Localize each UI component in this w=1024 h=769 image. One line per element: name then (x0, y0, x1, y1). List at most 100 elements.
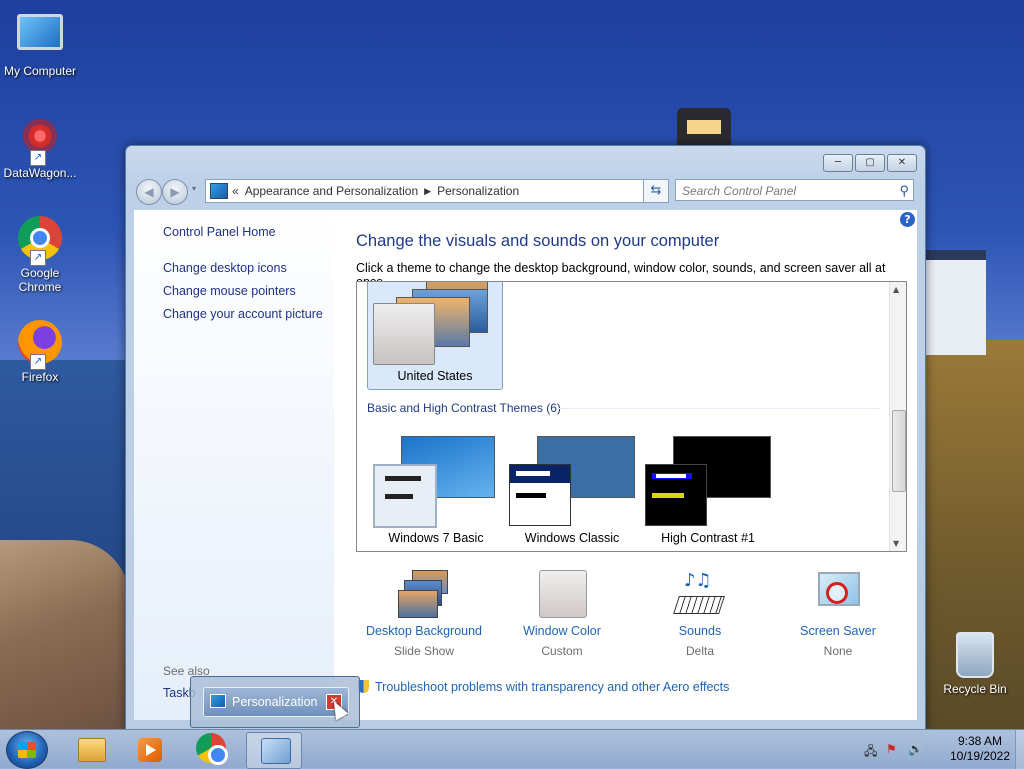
minimize-button[interactable]: ─ (823, 154, 853, 172)
breadcrumb-arrow-icon[interactable]: ▶ (424, 186, 431, 197)
desktop-icon-label-line2: Chrome (18, 280, 62, 294)
address-bar[interactable]: « Appearance and Personalization ▶ Perso… (205, 179, 669, 203)
link-change-desktop-icons[interactable]: Change desktop icons (163, 261, 287, 275)
screen-saver-setting[interactable]: Screen Saver None (768, 570, 908, 658)
system-tray: 🖧 ⚑ 🔊 9:38 AM 10/19/2022 (854, 730, 1024, 769)
scrollbar-thumb[interactable] (892, 410, 906, 492)
search-icon[interactable]: ⚲ (899, 180, 909, 202)
close-button[interactable]: ✕ (887, 154, 917, 172)
setting-label[interactable]: Screen Saver (768, 624, 908, 638)
breadcrumb-appearance[interactable]: Appearance and Personalization (245, 184, 418, 198)
clock[interactable]: 9:38 AM 10/19/2022 (944, 734, 1016, 764)
sounds-setting[interactable]: ♪♫ Sounds Delta (630, 570, 770, 658)
theme-color-swatch (509, 464, 571, 526)
taskbar-explorer[interactable] (62, 732, 116, 767)
setting-label[interactable]: Desktop Background (354, 624, 494, 638)
shortcut-arrow-icon: ↗ (30, 354, 46, 370)
link-control-panel-home[interactable]: Control Panel Home (163, 225, 276, 239)
window-controls: ─ ▢ ✕ (823, 154, 917, 172)
back-arrow-icon: ◀ (144, 185, 154, 199)
chrome-icon: ↗ (16, 216, 64, 266)
preview-item[interactable]: Personalization ✕ (203, 687, 349, 717)
navigation-bar: ◀ ▶ ▾ « Appearance and Personalization ▶… (134, 178, 917, 205)
desktop-icon-recycle-bin[interactable]: Recycle Bin (935, 630, 1015, 696)
network-icon[interactable]: 🖧 (864, 742, 878, 758)
breadcrumb-personalization[interactable]: Personalization (437, 184, 519, 198)
desktop-icon-label-line1: Google (20, 266, 60, 280)
link-change-account-picture[interactable]: Change your account picture (163, 307, 323, 321)
screen-saver-icon (812, 570, 864, 618)
shortcut-arrow-icon: ↗ (30, 250, 46, 266)
shortcut-arrow-icon: ↗ (30, 150, 46, 166)
desktop-background-setting[interactable]: Desktop Background Slide Show (354, 570, 494, 658)
desktop-icon-label: DataWagon... (3, 166, 77, 180)
desktop-background-icon (398, 570, 450, 618)
search-placeholder: Search Control Panel (682, 184, 797, 198)
window-color-setting[interactable]: Window Color Custom (492, 570, 632, 658)
setting-label[interactable]: Window Color (492, 624, 632, 638)
control-panel-icon (261, 738, 291, 764)
setting-value: None (823, 644, 853, 658)
taskbar-chrome[interactable] (184, 732, 238, 767)
sounds-icon: ♪♫ (673, 570, 726, 618)
group-divider (559, 408, 879, 409)
media-player-icon (138, 738, 162, 762)
taskbar-control-panel[interactable] (246, 732, 302, 769)
theme-label: Windows 7 Basic (388, 531, 484, 545)
setting-value: Slide Show (393, 644, 455, 658)
desktop-icon-google-chrome[interactable]: ↗ Google Chrome (0, 214, 80, 294)
refresh-button[interactable]: ⇆ (643, 179, 669, 203)
show-desktop-button[interactable] (1015, 730, 1024, 769)
preview-title: Personalization (232, 695, 318, 709)
desktop-icon-firefox[interactable]: ↗ Firefox (0, 318, 80, 384)
control-panel-icon (210, 694, 226, 708)
theme-settings: Desktop Background Slide Show Window Col… (356, 570, 916, 660)
action-center-flag-icon[interactable]: ⚑ (886, 742, 900, 756)
theme-list-scrollbar[interactable]: ▲ ▼ (889, 282, 906, 551)
window-color-icon (536, 570, 588, 618)
wallpaper-house (924, 250, 986, 355)
wallpaper-lighthouse (677, 108, 731, 148)
computer-icon (16, 14, 64, 62)
desktop-icon-my-computer[interactable]: My Computer (0, 8, 80, 78)
scroll-up-icon[interactable]: ▲ (893, 285, 899, 294)
chrome-icon (196, 733, 228, 765)
theme-group-title: Basic and High Contrast Themes (6) (367, 401, 561, 415)
theme-label: United States (397, 369, 473, 383)
address-chevron[interactable]: « (232, 184, 239, 198)
left-pane: Control Panel Home Change desktop icons … (134, 210, 334, 720)
recycle-bin-icon (951, 632, 999, 680)
page-title: Change the visuals and sounds on your co… (356, 232, 720, 250)
theme-list[interactable]: United States Basic and High Contrast Th… (356, 281, 907, 552)
desktop-icon-label: Recycle Bin (943, 682, 1007, 696)
theme-group-header: Basic and High Contrast Themes (6) (367, 401, 879, 415)
maximize-button[interactable]: ▢ (855, 154, 885, 172)
control-panel-icon (210, 183, 228, 199)
refresh-icon: ⇆ (650, 183, 662, 198)
desktop-icon-label: Firefox (21, 370, 59, 384)
help-icon[interactable]: ? (900, 212, 915, 227)
desktop-icon-label: My Computer (3, 64, 77, 78)
troubleshoot-link-text[interactable]: Troubleshoot problems with transparency … (375, 680, 729, 694)
folder-icon (78, 738, 106, 762)
setting-value: Custom (541, 644, 583, 658)
search-input[interactable]: Search Control Panel ⚲ (675, 179, 914, 201)
wallpaper-rocks (0, 540, 130, 730)
theme-color-swatch (645, 464, 707, 526)
personalization-window: ─ ▢ ✕ ◀ ▶ ▾ « Appearance and Personaliza… (125, 145, 926, 731)
taskbar-media-player[interactable] (122, 732, 176, 767)
volume-icon[interactable]: 🔊 (908, 742, 923, 756)
back-button[interactable]: ◀ (136, 179, 162, 205)
datawagon-icon: ↗ (16, 116, 64, 166)
recent-pages-dropdown[interactable]: ▾ (192, 184, 202, 193)
desktop-icon-datawagon[interactable]: ↗ DataWagon... (0, 112, 80, 180)
main-pane: ? Change the visuals and sounds on your … (334, 210, 917, 720)
firefox-icon: ↗ (16, 320, 64, 370)
link-change-mouse-pointers[interactable]: Change mouse pointers (163, 284, 296, 298)
forward-button[interactable]: ▶ (162, 179, 188, 205)
setting-label[interactable]: Sounds (630, 624, 770, 638)
start-button[interactable] (6, 731, 48, 769)
troubleshoot-link[interactable]: Troubleshoot problems with transparency … (358, 680, 729, 694)
scroll-down-icon[interactable]: ▼ (893, 539, 899, 548)
theme-united-states[interactable]: United States (367, 282, 503, 390)
